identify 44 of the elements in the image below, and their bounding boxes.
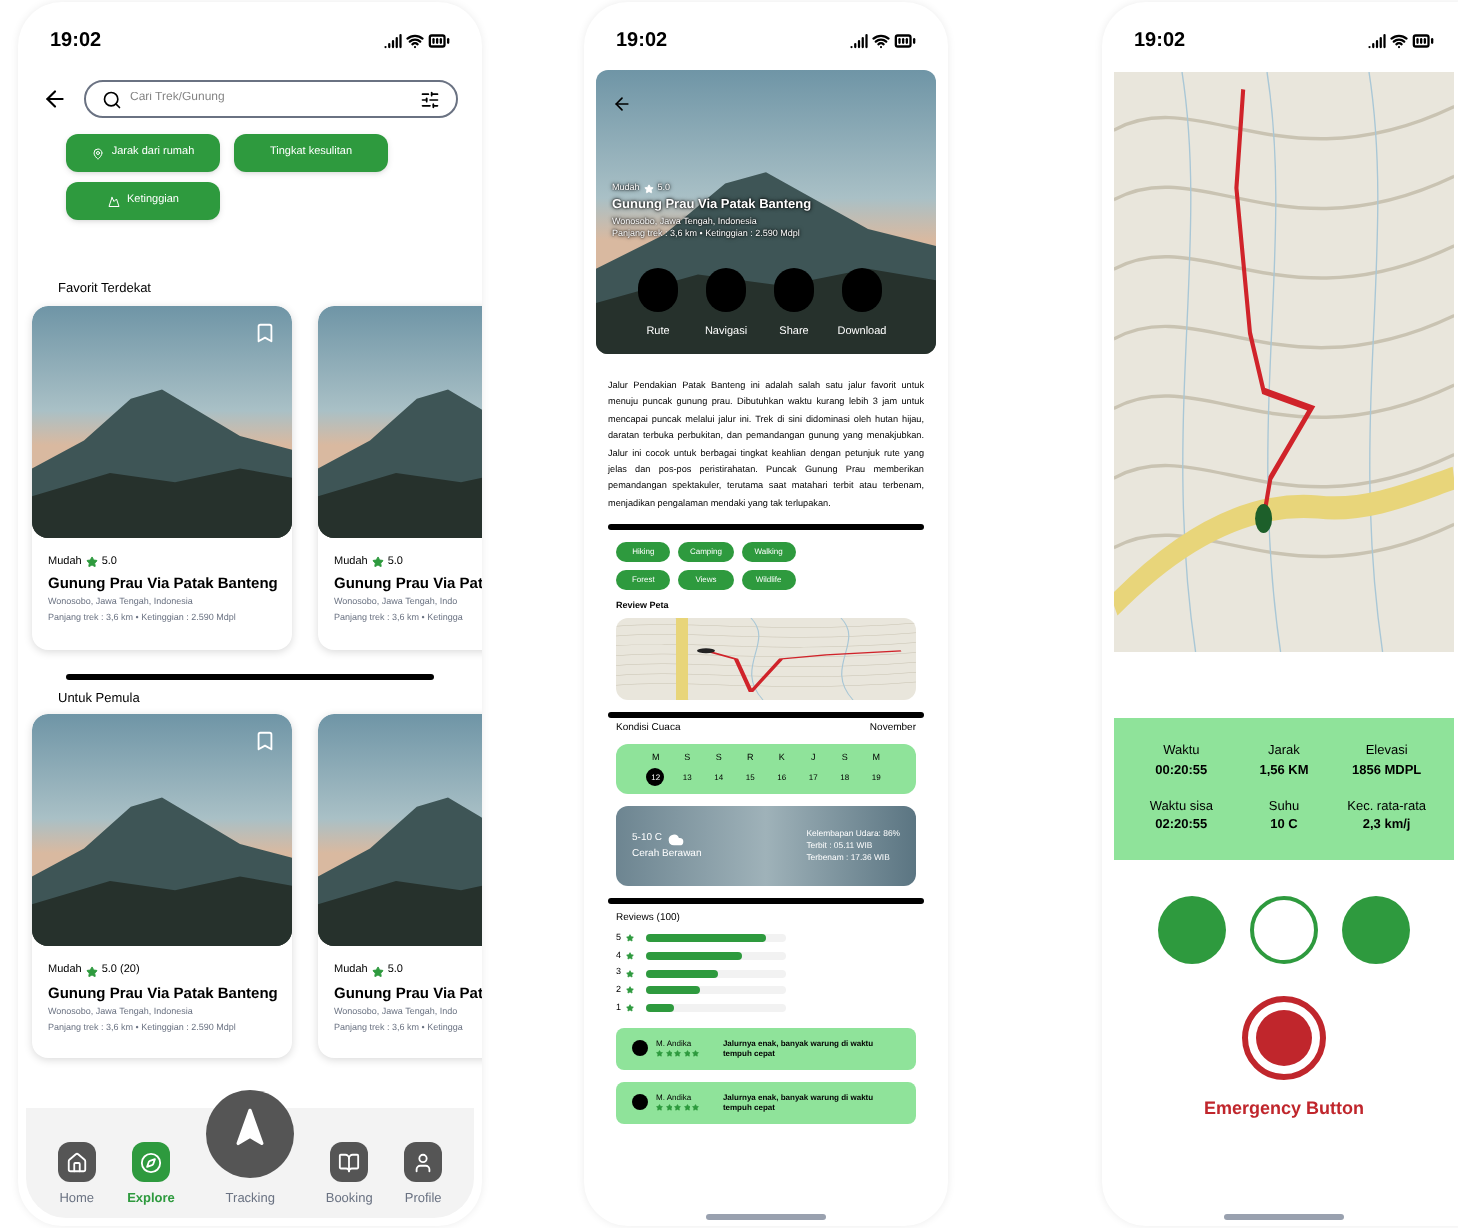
person-icon [404,1142,443,1183]
avatar [632,1040,648,1056]
control-button[interactable] [1250,896,1318,964]
back-arrow-icon[interactable] [42,86,68,112]
home-indicator [706,1214,826,1220]
star-icon [626,986,634,995]
star-icon [85,965,98,978]
emergency-label: Emergency Button [1203,1096,1364,1122]
cloud-icon [668,831,685,847]
control-button[interactable] [1342,896,1410,964]
star-icon [626,951,634,960]
home-icon [57,1142,96,1183]
battery-icon [428,30,450,52]
bookmark-icon[interactable] [254,321,276,344]
star-icon [626,934,634,943]
status-time: 19:02 [616,28,668,56]
pin-icon [91,147,104,159]
star-icon [371,965,384,978]
home-indicator [1224,1214,1344,1220]
book-icon [330,1142,369,1183]
battery-icon [1412,30,1434,52]
battery-icon [894,30,916,52]
signal-icon [384,32,402,50]
wifi-icon [1390,32,1408,50]
back-arrow-icon[interactable] [612,94,632,114]
avatar [632,1094,648,1110]
star-icon [85,555,98,568]
star-icon [626,969,634,978]
emergency-button[interactable] [1242,996,1326,1080]
control-button[interactable] [1158,896,1226,964]
signal-icon [1368,32,1386,50]
status-time: 19:02 [50,28,102,56]
mountain-icon [107,195,119,207]
search-icon [102,89,122,109]
status-time: 19:02 [1134,28,1186,56]
wifi-icon [872,32,890,50]
compass-icon [132,1142,170,1183]
bookmark-icon[interactable] [254,730,276,753]
star-icon [371,555,384,568]
star-icon [626,1004,634,1013]
star-icon [643,183,654,194]
signal-icon [850,32,868,50]
wifi-icon [406,32,424,50]
filter-icon[interactable] [420,89,440,109]
